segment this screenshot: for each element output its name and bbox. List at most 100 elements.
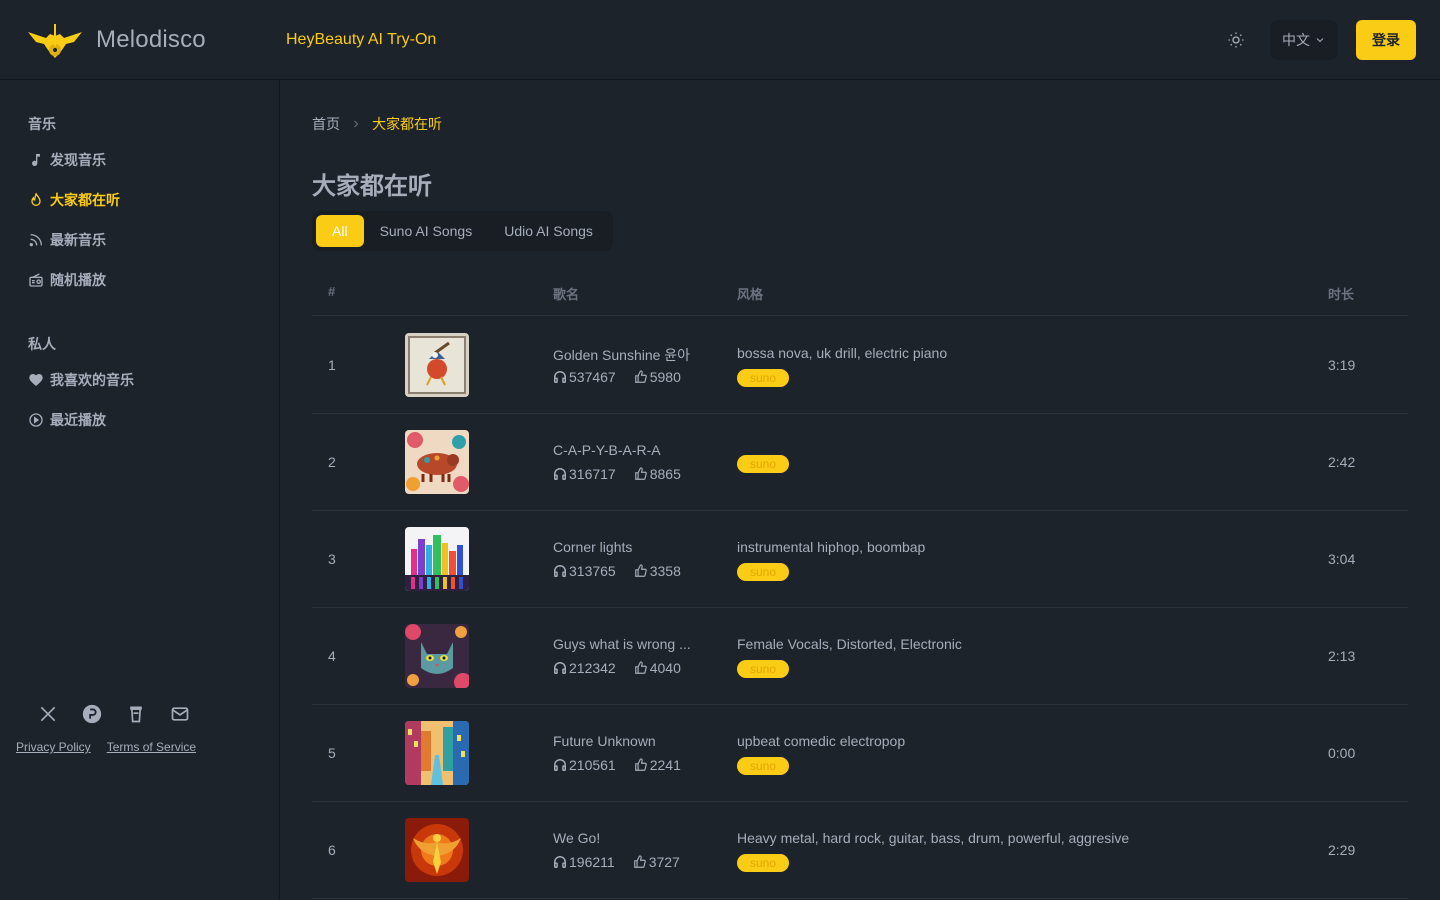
song-name[interactable]: We Go! — [553, 830, 703, 846]
header-index: # — [328, 284, 336, 299]
social-links — [36, 702, 192, 726]
login-button[interactable]: 登录 — [1356, 19, 1416, 60]
song-stats: 537467 5980 — [553, 369, 681, 385]
headphones-icon — [554, 565, 566, 577]
row-index: 2 — [328, 454, 336, 470]
song-name[interactable]: Golden Sunshine 윤아 — [553, 345, 703, 365]
song-duration: 3:04 — [1328, 551, 1356, 567]
sidebar-item-label: 最近播放 — [50, 412, 106, 428]
song-stats: 210561 2241 — [553, 757, 681, 773]
song-cover[interactable] — [405, 818, 469, 882]
tab-suno[interactable]: Suno AI Songs — [364, 215, 489, 247]
song-name[interactable]: Future Unknown — [553, 733, 703, 749]
thumbs-up-icon — [634, 758, 647, 771]
table-row[interactable]: 1 Golden Sunshine 윤아 537467 5980 bossa n… — [312, 317, 1408, 414]
table-row[interactable]: 6 We Go! 196211 3727 Heavy metal, hard r… — [312, 802, 1408, 899]
table-row[interactable]: 4 Guys what is wrong ... 212342 4040 Fem… — [312, 608, 1408, 705]
song-duration: 0:00 — [1328, 745, 1356, 761]
like-count: 8865 — [634, 466, 681, 482]
product-hunt-icon[interactable] — [80, 702, 104, 726]
table-header: # 歌名 风格 时长 — [312, 266, 1408, 316]
private-section-heading: 私人 — [28, 336, 56, 352]
thumbs-up-icon — [633, 855, 646, 868]
thumbs-up-icon — [634, 370, 647, 383]
song-style: instrumental hiphop, boombap — [737, 539, 926, 555]
sidebar-item-trending[interactable]: 大家都在听 — [28, 188, 120, 212]
song-cover[interactable] — [405, 721, 469, 785]
play-count: 210561 — [553, 757, 616, 773]
row-index: 5 — [328, 745, 336, 761]
play-count: 316717 — [553, 466, 616, 482]
coffee-cup-icon[interactable] — [124, 702, 148, 726]
sidebar-item-label: 最新音乐 — [50, 232, 106, 248]
rss-icon — [29, 234, 42, 247]
source-badge: suno — [737, 854, 789, 872]
source-badge: suno — [737, 563, 789, 581]
song-stats: 196211 3727 — [553, 854, 680, 870]
song-stats: 313765 3358 — [553, 563, 681, 579]
header-duration: 时长 — [1328, 287, 1355, 302]
header-name: 歌名 — [553, 287, 580, 302]
song-stats: 316717 8865 — [553, 466, 681, 482]
song-name[interactable]: Corner lights — [553, 539, 703, 555]
like-count: 3727 — [633, 854, 680, 870]
headphones-icon — [554, 468, 566, 480]
sidebar-item-shuffle[interactable]: 随机播放 — [28, 268, 106, 292]
source-badge: suno — [737, 757, 789, 775]
legal-links: Privacy Policy Terms of Service — [16, 740, 196, 754]
chevron-right-icon — [354, 120, 359, 128]
theme-toggle-button[interactable] — [1218, 22, 1254, 58]
sidebar-item-liked[interactable]: 我喜欢的音乐 — [28, 368, 134, 392]
top-bar: Melodisco HeyBeauty AI Try-On 中文 登录 — [0, 0, 1440, 80]
song-cover[interactable] — [405, 527, 469, 591]
table-row[interactable]: 3 Corner lights 313765 3358 instrumental… — [312, 511, 1408, 608]
breadcrumb-home[interactable]: 首页 — [312, 114, 340, 134]
headphones-icon — [554, 759, 566, 771]
song-stats: 212342 4040 — [553, 660, 681, 676]
music-note-icon — [32, 154, 40, 167]
song-style: bossa nova, uk drill, electric piano — [737, 345, 948, 361]
language-label: 中文 — [1282, 31, 1310, 48]
breadcrumb-current: 大家都在听 — [372, 116, 442, 132]
song-name[interactable]: Guys what is wrong ... — [553, 636, 703, 652]
source-badge: suno — [737, 369, 789, 387]
play-circle-icon — [29, 413, 43, 427]
tab-udio[interactable]: Udio AI Songs — [488, 215, 609, 247]
source-badge: suno — [737, 660, 789, 678]
table-row[interactable]: 2 C-A-P-Y-B-A-R-A 316717 8865 suno 2:42 — [312, 414, 1408, 511]
logo[interactable]: Melodisco — [26, 20, 286, 60]
sidebar-item-latest[interactable]: 最新音乐 — [28, 228, 106, 252]
like-count: 4040 — [634, 660, 681, 676]
terms-of-service-link[interactable]: Terms of Service — [107, 740, 196, 754]
language-select[interactable]: 中文 — [1270, 19, 1338, 60]
table-row[interactable]: 5 Future Unknown 210561 2241 upbeat come… — [312, 705, 1408, 802]
song-duration: 3:19 — [1328, 357, 1356, 373]
breadcrumb: 首页 大家都在听 — [312, 114, 442, 134]
song-name[interactable]: C-A-P-Y-B-A-R-A — [553, 442, 703, 458]
like-count: 3358 — [634, 563, 681, 579]
header-style: 风格 — [737, 287, 764, 302]
song-cover[interactable] — [405, 624, 469, 688]
radio-icon — [29, 273, 43, 287]
sidebar-item-label: 随机播放 — [50, 272, 106, 288]
sidebar-item-discover[interactable]: 发现音乐 — [28, 148, 106, 172]
play-count: 212342 — [553, 660, 616, 676]
song-style: Female Vocals, Distorted, Electronic — [737, 636, 962, 652]
row-index: 6 — [328, 842, 336, 858]
thumbs-up-icon — [634, 564, 647, 577]
headphones-icon — [554, 371, 566, 383]
promo-link[interactable]: HeyBeauty AI Try-On — [286, 31, 436, 49]
song-duration: 2:29 — [1328, 842, 1356, 858]
heart-icon — [29, 374, 43, 386]
like-count: 5980 — [634, 369, 681, 385]
song-cover[interactable] — [405, 333, 469, 397]
sun-icon — [1228, 32, 1244, 47]
sidebar-item-recent[interactable]: 最近播放 — [28, 408, 106, 432]
mail-icon[interactable] — [168, 702, 192, 726]
song-cover[interactable] — [405, 430, 469, 494]
x-icon[interactable] — [36, 702, 60, 726]
play-count: 196211 — [553, 854, 615, 870]
privacy-policy-link[interactable]: Privacy Policy — [16, 740, 91, 754]
tab-all[interactable]: All — [316, 215, 364, 247]
headphones-icon — [554, 662, 566, 674]
